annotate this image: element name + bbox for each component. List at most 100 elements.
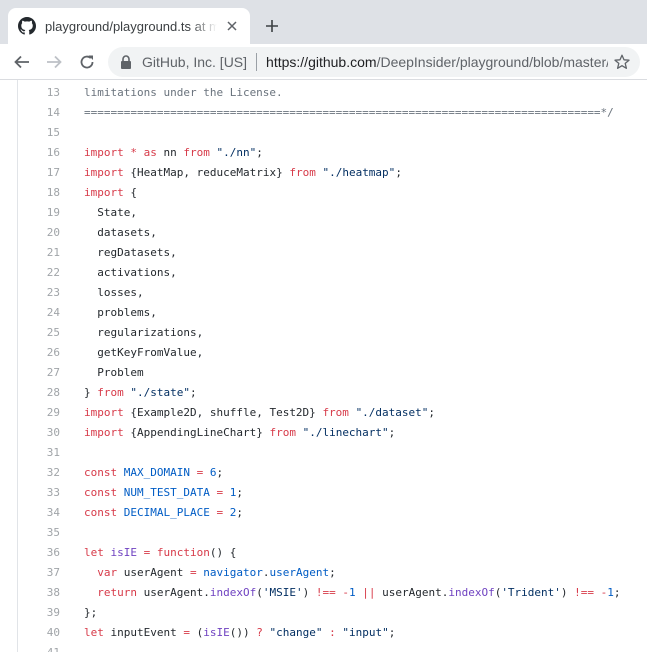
line-number[interactable]: 31 (18, 446, 60, 459)
code-token: indexOf (209, 585, 257, 599)
line-number[interactable]: 32 (18, 466, 60, 479)
code-token: - (342, 585, 349, 599)
code-text: const DECIMAL_PLACE = 2; (84, 506, 243, 519)
code-token: ; (329, 565, 336, 579)
code-token: }; (84, 605, 98, 619)
line-number[interactable]: 30 (18, 426, 60, 439)
code-token: } (84, 385, 98, 399)
line-number[interactable]: 36 (18, 546, 60, 559)
line-number[interactable]: 21 (18, 246, 60, 259)
code-line: 31 (18, 442, 647, 462)
code-token: from (322, 405, 349, 419)
code-token: limitations under the License. (84, 85, 283, 99)
new-tab-button[interactable] (258, 12, 286, 40)
code-text: State, (84, 206, 137, 219)
code-token: {Example2D, shuffle, Test2D} (123, 405, 323, 419)
code-line: 35 (18, 522, 647, 542)
line-number[interactable]: 16 (18, 146, 60, 159)
line-number[interactable]: 27 (18, 366, 60, 379)
code-token: import (84, 185, 124, 199)
code-line: 23 losses, (18, 282, 647, 302)
code-line: 34 const DECIMAL_PLACE = 2; (18, 502, 647, 522)
line-number[interactable]: 41 (18, 646, 60, 652)
code-token: ; (216, 465, 224, 479)
line-number[interactable]: 25 (18, 326, 60, 339)
line-number[interactable]: 14 (18, 106, 60, 119)
code-text: datasets, (84, 226, 157, 239)
code-token: ; (256, 145, 263, 159)
code-token: navigator (203, 565, 263, 579)
code-token: return (97, 585, 137, 599)
code-line: 19 State, (18, 202, 647, 222)
code-text: Problem (84, 365, 144, 379)
line-number[interactable]: 15 (18, 126, 60, 139)
browser-tab[interactable]: playground/playground.ts at master · Dee… (8, 8, 250, 44)
code-token: State, (84, 205, 137, 219)
code-token: userAgent. (137, 585, 210, 599)
code-token: nn (156, 145, 184, 159)
close-icon[interactable] (224, 18, 240, 34)
code-token: ; (388, 625, 396, 639)
line-number[interactable]: 22 (18, 266, 60, 279)
star-icon[interactable] (614, 54, 630, 70)
url-path: /DeepInsider/playground/blob/master/src/… (376, 54, 608, 70)
reload-icon (80, 55, 94, 69)
code-text: }; (84, 606, 97, 619)
line-number[interactable]: 34 (18, 506, 60, 519)
code-line: 26 getKeyFromValue, (18, 342, 647, 362)
code-token: Problem (84, 365, 144, 379)
code-token: ( (256, 585, 263, 599)
code-line: 41 (18, 642, 647, 652)
line-number[interactable]: 20 (18, 226, 60, 239)
line-number[interactable]: 17 (18, 166, 60, 179)
address-bar[interactable]: GitHub, Inc. [US] https://github.com/Dee… (108, 47, 640, 77)
code-token: regDatasets, (84, 245, 177, 259)
line-number[interactable]: 39 (18, 606, 60, 619)
code-token: ========================================… (84, 105, 614, 119)
code-line: 14 ======================================… (18, 102, 647, 122)
code-line: 27 Problem (18, 362, 647, 382)
line-number[interactable]: 33 (18, 486, 60, 499)
back-button[interactable] (9, 49, 35, 75)
line-number[interactable]: 40 (18, 626, 60, 639)
code-token: ; (189, 385, 197, 399)
forward-button[interactable] (41, 49, 67, 75)
site-identity[interactable]: GitHub, Inc. [US] (142, 54, 247, 70)
line-number[interactable]: 18 (18, 186, 60, 199)
code-token: 'Trident' (501, 585, 561, 599)
code-text: getKeyFromValue, (84, 346, 203, 359)
line-number[interactable]: 19 (18, 206, 60, 219)
tab-strip: playground/playground.ts at master · Dee… (0, 0, 647, 44)
code-token: isIE (110, 545, 138, 559)
line-number[interactable]: 26 (18, 346, 60, 359)
code-token: !== (574, 585, 595, 599)
code-token: import (84, 145, 124, 159)
code-line: 28} from "./state"; (18, 382, 647, 402)
code-token: getKeyFromValue, (84, 345, 204, 359)
code-token: "input" (342, 625, 389, 639)
code-line: 17 import {HeatMap, reduceMatrix} from ".… (18, 162, 647, 182)
lock-icon (121, 55, 131, 69)
code-token: indexOf (448, 585, 495, 599)
url-text[interactable]: https://github.com/DeepInsider/playgroun… (266, 54, 608, 70)
code-token: 'MSIE' (262, 585, 303, 599)
line-number[interactable]: 23 (18, 286, 60, 299)
code-text: activations, (84, 266, 176, 279)
line-number[interactable]: 38 (18, 586, 60, 599)
line-number[interactable]: 37 (18, 566, 60, 579)
line-number[interactable]: 29 (18, 406, 60, 419)
line-number[interactable]: 35 (18, 526, 60, 539)
line-number[interactable]: 28 (18, 386, 60, 399)
code-token: * (130, 145, 137, 159)
tab-title: playground/playground.ts at master · Dee… (45, 18, 217, 34)
omnibox-divider (256, 53, 258, 71)
reload-button[interactable] (74, 49, 100, 75)
code-text: let inputEvent = (isIE()) ? "change" : "… (84, 626, 395, 639)
code-token: const (84, 485, 118, 499)
line-number[interactable]: 13 (18, 86, 60, 99)
line-number[interactable]: 24 (18, 306, 60, 319)
